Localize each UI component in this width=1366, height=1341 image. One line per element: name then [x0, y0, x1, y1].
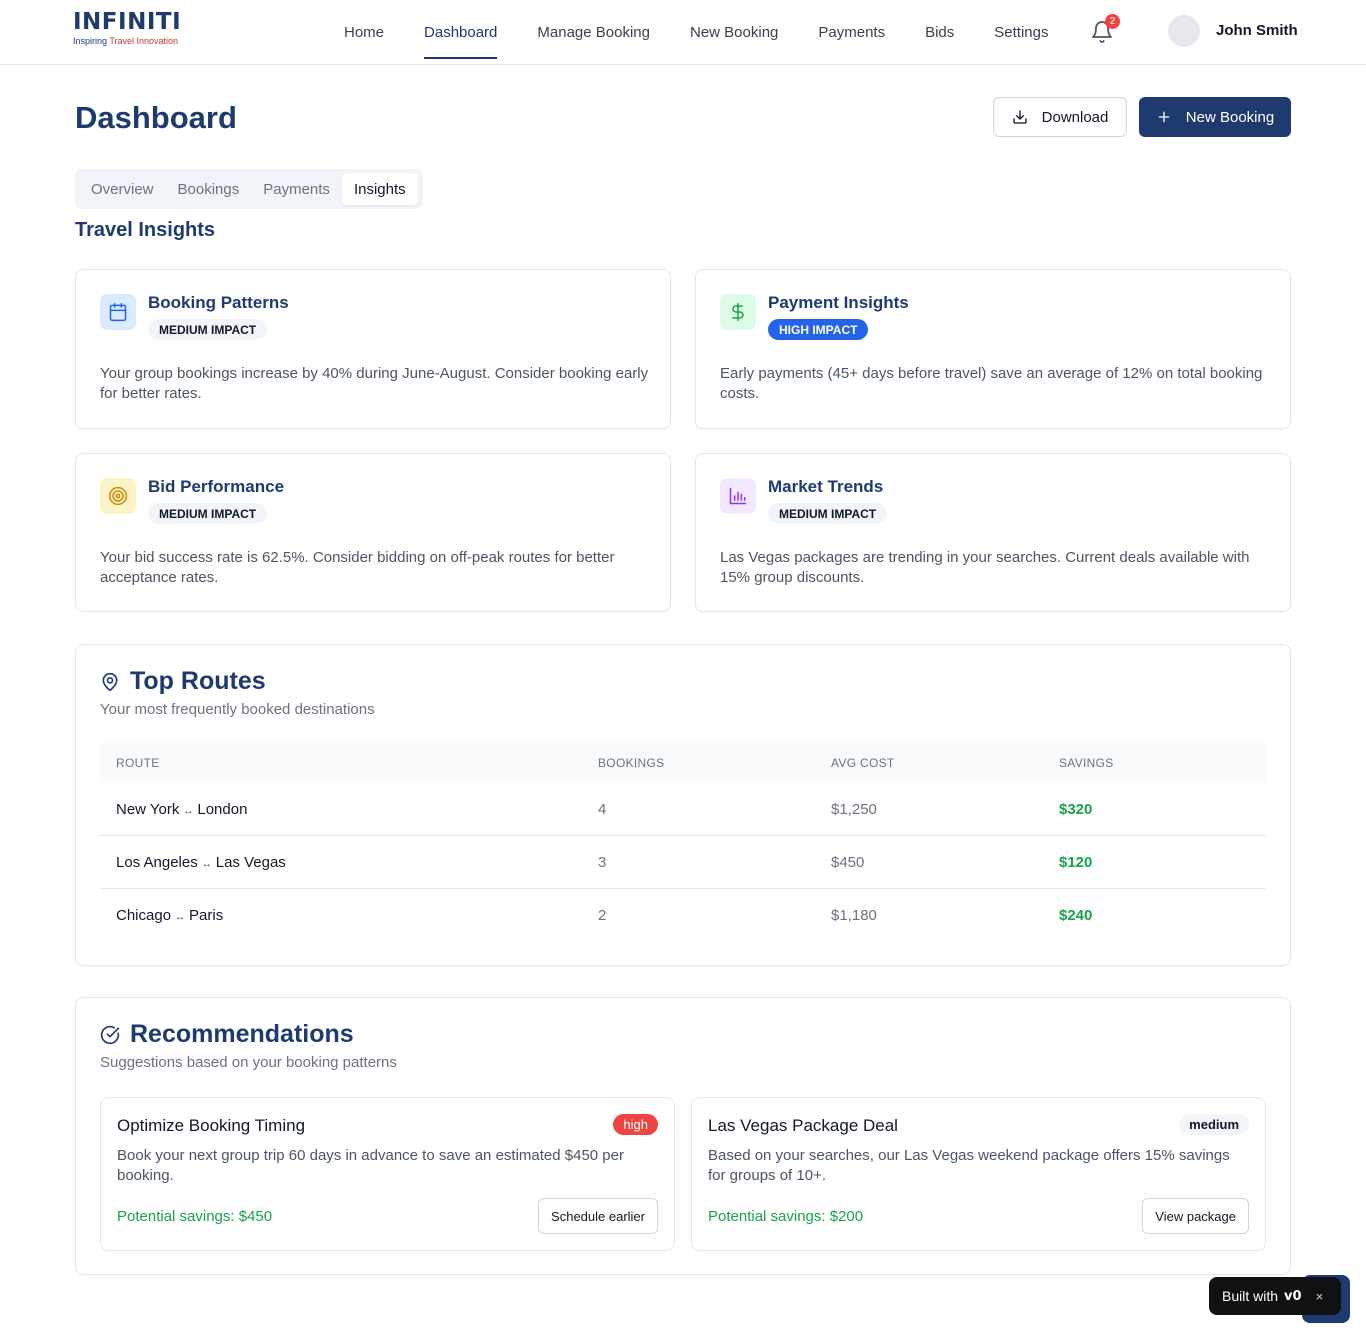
- insight-description: Early payments (45+ days before travel) …: [720, 365, 1263, 402]
- logo-wordmark: INFINITI: [73, 9, 182, 35]
- recommendations-header: Recommendations: [100, 1020, 354, 1049]
- main-nav: Home Dashboard Manage Booking New Bookin…: [324, 0, 1068, 64]
- recommendation-title: Las Vegas Package Deal: [708, 1116, 898, 1135]
- impact-badge: MEDIUM IMPACT: [768, 503, 888, 524]
- table-row[interactable]: Los Angeles ↔ Las Vegas 3 $450 $120: [100, 836, 1266, 889]
- route-cell: Los Angeles ↔ Las Vegas: [116, 853, 286, 871]
- routes-table: ROUTE BOOKINGS AVG COST SAVINGS New York…: [100, 743, 1266, 942]
- insight-title: Market Trends: [768, 477, 884, 496]
- impact-badge: HIGH IMPACT: [768, 319, 869, 340]
- target-icon: [100, 478, 136, 514]
- potential-savings: Potential savings: $200: [708, 1208, 864, 1225]
- map-pin-icon: [102, 672, 118, 691]
- logo-tagline: Inspiring Travel Innovation: [73, 36, 179, 46]
- table-header: ROUTE BOOKINGS AVG COST SAVINGS: [100, 743, 1266, 783]
- tab-bookings[interactable]: Bookings: [166, 173, 252, 205]
- recommendations-card: Recommendations Suggestions based on you…: [75, 997, 1291, 1275]
- top-routes-title: Top Routes: [130, 667, 266, 695]
- user-name[interactable]: John Smith: [1216, 22, 1298, 39]
- close-icon[interactable]: ×: [1316, 1289, 1324, 1304]
- recommendation-las-vegas-package: Las Vegas Package Deal medium Based on y…: [691, 1097, 1266, 1251]
- insight-description: Your bid success rate is 62.5%. Consider…: [100, 549, 615, 586]
- new-booking-button[interactable]: New Booking: [1139, 97, 1291, 137]
- insight-card-bid-performance: Bid Performance MEDIUM IMPACT Your bid s…: [75, 453, 671, 612]
- insight-card-payment-insights: Payment Insights HIGH IMPACT Early payme…: [695, 269, 1291, 429]
- new-booking-label: New Booking: [1185, 108, 1275, 126]
- check-circle-icon: [100, 1025, 120, 1044]
- top-navigation-bar: INFINITI Inspiring Travel Innovation Hom…: [0, 0, 1366, 65]
- insight-title: Booking Patterns: [148, 293, 289, 312]
- infiniti-logo[interactable]: INFINITI Inspiring Travel Innovation: [73, 10, 181, 47]
- download-icon: [1012, 110, 1027, 124]
- bookings-cell: 2: [598, 907, 607, 924]
- view-package-button[interactable]: View package: [1142, 1198, 1249, 1234]
- avg-cost-cell: $450: [831, 853, 865, 871]
- avg-cost-cell: $1,180: [831, 907, 877, 924]
- recommendations-title: Recommendations: [130, 1020, 354, 1048]
- priority-badge: high: [613, 1114, 658, 1135]
- column-bookings: BOOKINGS: [598, 756, 665, 770]
- potential-savings: Potential savings: $450: [117, 1208, 273, 1225]
- route-cell: Chicago ↔ Paris: [116, 907, 224, 924]
- recommendation-optimize-booking-timing: Optimize Booking Timing high Book your n…: [100, 1097, 675, 1251]
- download-button[interactable]: Download: [993, 97, 1127, 137]
- download-label: Download: [1041, 108, 1109, 126]
- bookings-cell: 3: [598, 853, 607, 871]
- impact-badge: MEDIUM IMPACT: [148, 319, 268, 340]
- route-arrow-icon: ↔: [175, 912, 186, 923]
- tab-overview[interactable]: Overview: [79, 173, 166, 205]
- recommendations-subtitle: Suggestions based on your booking patter…: [100, 1054, 397, 1071]
- nav-new-booking[interactable]: New Booking: [670, 0, 798, 64]
- plus-icon: [1158, 111, 1170, 123]
- savings-cell: $320: [1059, 800, 1093, 818]
- built-with-badge[interactable]: Built with v0 ×: [1209, 1277, 1341, 1315]
- insight-description: Las Vegas packages are trending in your …: [720, 549, 1250, 586]
- dollar-icon: [720, 294, 756, 330]
- nav-manage-booking[interactable]: Manage Booking: [517, 0, 670, 64]
- table-row[interactable]: New York ↔ London 4 $1,250 $320: [100, 783, 1266, 836]
- nav-settings[interactable]: Settings: [974, 0, 1068, 64]
- nav-home[interactable]: Home: [324, 0, 404, 64]
- nav-bids[interactable]: Bids: [905, 0, 974, 64]
- schedule-earlier-button[interactable]: Schedule earlier: [538, 1198, 658, 1234]
- avg-cost-cell: $1,250: [831, 800, 877, 818]
- route-arrow-icon: ↔: [183, 805, 194, 817]
- recommendation-description: Book your next group trip 60 days in adv…: [117, 1147, 624, 1184]
- nav-dashboard[interactable]: Dashboard: [404, 0, 517, 64]
- top-routes-header: Top Routes: [100, 667, 266, 696]
- top-routes-subtitle: Your most frequently booked destinations: [100, 701, 375, 718]
- travel-insights-heading: Travel Insights: [75, 219, 216, 241]
- table-row[interactable]: Chicago ↔ Paris 2 $1,180 $240: [100, 889, 1266, 942]
- avatar[interactable]: [1168, 15, 1200, 47]
- savings-cell: $240: [1059, 907, 1093, 924]
- calendar-icon: [100, 294, 136, 330]
- v0-logo-icon: v0: [1284, 1288, 1302, 1304]
- insight-title: Bid Performance: [148, 477, 285, 496]
- insight-description: Your group bookings increase by 40% duri…: [100, 365, 649, 402]
- tab-insights[interactable]: Insights: [341, 173, 418, 205]
- built-with-label: Built with: [1222, 1288, 1279, 1304]
- bookings-cell: 4: [598, 800, 607, 818]
- recommendation-title: Optimize Booking Timing: [117, 1116, 306, 1135]
- route-arrow-icon: ↔: [201, 858, 212, 870]
- impact-badge: MEDIUM IMPACT: [148, 503, 268, 524]
- bar-chart-icon: [720, 478, 756, 514]
- nav-payments[interactable]: Payments: [798, 0, 905, 64]
- route-cell: New York ↔ London: [116, 800, 248, 818]
- insight-card-booking-patterns: Booking Patterns MEDIUM IMPACT Your grou…: [75, 269, 671, 429]
- savings-cell: $120: [1059, 853, 1093, 871]
- priority-badge: medium: [1179, 1114, 1249, 1135]
- recommendation-description: Based on your searches, our Las Vegas we…: [708, 1147, 1230, 1184]
- page-title: Dashboard: [75, 100, 237, 135]
- insight-card-market-trends: Market Trends MEDIUM IMPACT Las Vegas pa…: [695, 453, 1291, 612]
- tab-payments[interactable]: Payments: [251, 173, 342, 205]
- column-savings: SAVINGS: [1059, 756, 1114, 770]
- insight-title: Payment Insights: [768, 293, 909, 312]
- column-avg-cost: AVG COST: [831, 756, 895, 770]
- top-routes-card: Top Routes Your most frequently booked d…: [75, 644, 1291, 966]
- column-route: ROUTE: [116, 756, 160, 770]
- notification-badge: 2: [1105, 14, 1120, 29]
- dashboard-tabs: Overview Bookings Payments Insights: [75, 169, 423, 209]
